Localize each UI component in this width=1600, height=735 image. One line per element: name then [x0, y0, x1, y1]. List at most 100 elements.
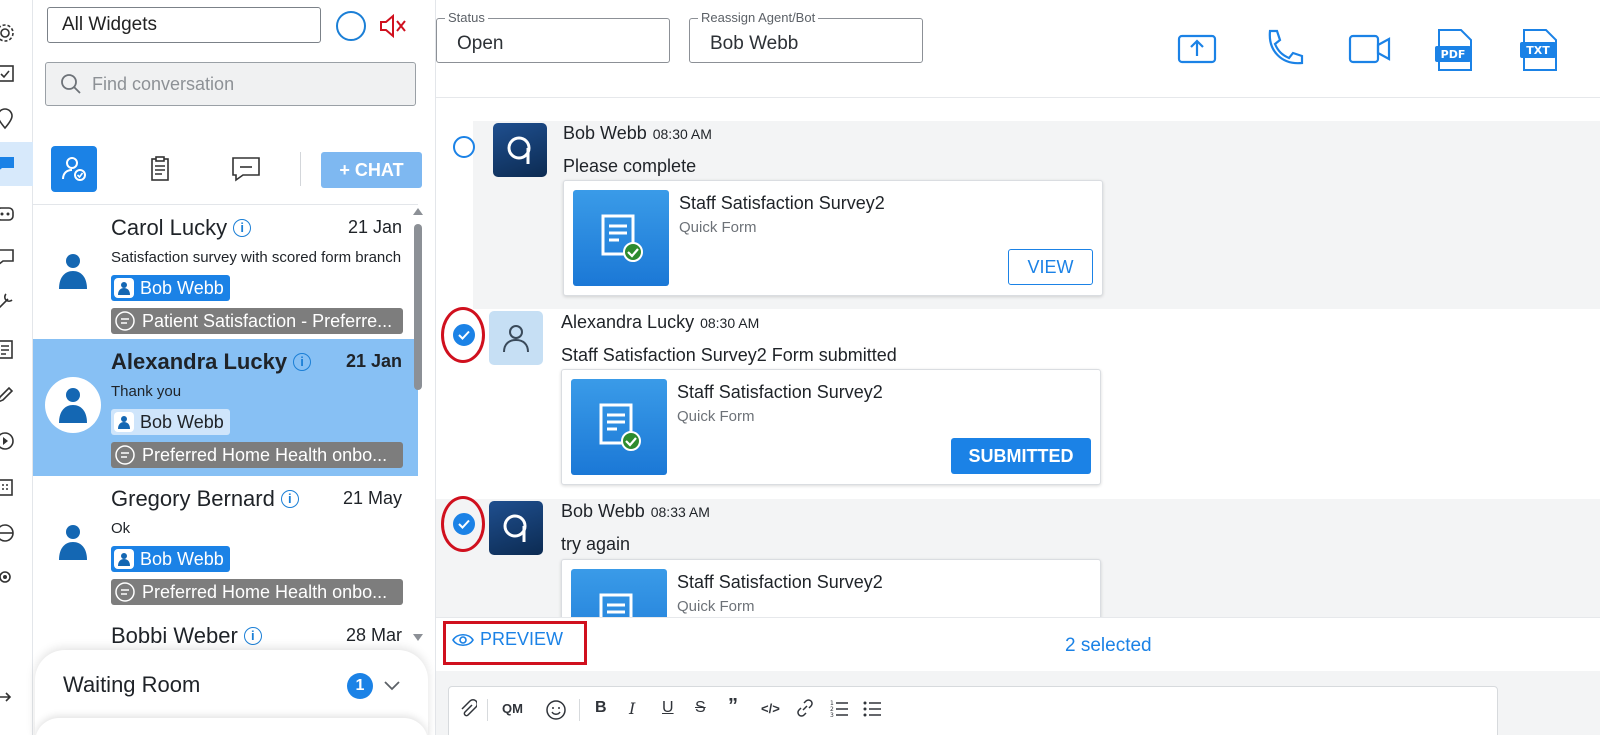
- agent-icon: [114, 278, 134, 298]
- info-icon[interactable]: i: [293, 353, 312, 371]
- form-subtitle: Quick Form: [679, 219, 757, 236]
- play-circle-icon[interactable]: [0, 428, 33, 454]
- second-drawer-panel[interactable]: [35, 718, 428, 735]
- conversation-item[interactable]: Gregory Bernard i 21 May Ok Bob Webb Pref…: [33, 476, 418, 613]
- form-card: Staff Satisfaction Survey2 Quick Form VI…: [563, 180, 1103, 296]
- check-icon: [458, 519, 470, 529]
- message-composer: QM B I U S ” </> 123: [436, 671, 1600, 735]
- formatting-toolbar: QM B I U S ” </> 123: [448, 686, 1498, 735]
- message-sender: Bob Webb 08:30 AM: [563, 123, 712, 143]
- svg-text:3: 3: [830, 712, 834, 717]
- pdf-export-icon[interactable]: PDF: [1435, 28, 1473, 72]
- form-name: Preferred Home Health onbo...: [142, 581, 388, 602]
- toolbar-divider: [487, 699, 488, 721]
- tools-icon[interactable]: [0, 288, 33, 314]
- form-chat-icon: [114, 310, 136, 332]
- schedule-icon[interactable]: [0, 474, 33, 500]
- clipboard-icon: [151, 156, 169, 181]
- message-sender: Bob Webb 08:33 AM: [561, 501, 710, 521]
- message-select-checkbox[interactable]: [453, 136, 475, 158]
- svg-text:PDF: PDF: [1441, 48, 1466, 61]
- quick-message-icon[interactable]: QM: [502, 701, 523, 716]
- status-select[interactable]: Status Open: [436, 10, 670, 63]
- message-sender: Alexandra Lucky 08:30 AM: [561, 312, 760, 332]
- reassign-agent-select[interactable]: Reassign Agent/Bot Bob Webb: [689, 10, 923, 63]
- network-icon[interactable]: [0, 564, 33, 590]
- form-badge: Preferred Home Health onbo...: [111, 442, 403, 468]
- conversation-tabs: + CHAT: [33, 146, 436, 192]
- assigned-agent-badge: Bob Webb: [111, 546, 230, 572]
- forms-icon[interactable]: [0, 336, 33, 362]
- bot-icon[interactable]: [0, 200, 33, 226]
- message-time: 08:30 AM: [652, 126, 712, 142]
- form-title: Staff Satisfaction Survey2: [679, 193, 885, 213]
- user-avatar: [489, 311, 543, 365]
- numbered-list-icon[interactable]: 123: [830, 699, 848, 717]
- quote-icon[interactable]: ”: [728, 695, 738, 718]
- video-icon[interactable]: [1348, 28, 1392, 68]
- conversation-item[interactable]: Carol Lucky i 21 Jan Satisfaction survey …: [33, 205, 418, 342]
- contact-name: Carol Lucky i: [111, 215, 252, 241]
- message-text: Staff Satisfaction Survey2 Form submitte…: [561, 345, 897, 365]
- form-name: Patient Satisfaction - Preferre...: [142, 310, 393, 331]
- info-icon[interactable]: i: [280, 490, 299, 508]
- view-form-button[interactable]: VIEW: [1008, 249, 1093, 285]
- widget-filter-select[interactable]: All Widgets: [47, 7, 321, 43]
- upload-icon[interactable]: [1177, 28, 1217, 68]
- conversation-item-selected[interactable]: Alexandra Lucky i 21 Jan Thank you Bob We…: [33, 339, 418, 476]
- form-chat-icon: [114, 581, 136, 603]
- conversation-date: 28 Mar: [345, 625, 402, 645]
- search-input[interactable]: Find conversation: [45, 62, 416, 106]
- last-message-preview: Thank you: [111, 383, 182, 400]
- svg-text:TXT: TXT: [1526, 44, 1550, 57]
- conversation-date: 21 Jan: [345, 351, 402, 371]
- mute-icon[interactable]: [376, 10, 408, 42]
- agent-icon: [114, 412, 134, 432]
- scrollbar-thumb[interactable]: [414, 224, 422, 390]
- tab-my-conversations[interactable]: [51, 146, 97, 192]
- message-time: 08:33 AM: [650, 504, 710, 520]
- form-badge: Preferred Home Health onbo...: [111, 579, 403, 605]
- form-thumbnail-icon: [573, 190, 669, 286]
- strikethrough-icon[interactable]: S: [695, 699, 706, 717]
- scroll-up-arrow[interactable]: [413, 208, 423, 215]
- waiting-room-label: Waiting Room: [63, 672, 201, 697]
- emoji-icon[interactable]: [545, 699, 567, 721]
- info-icon[interactable]: i: [233, 219, 252, 237]
- logout-icon[interactable]: [0, 684, 33, 710]
- submitted-status-button[interactable]: SUBMITTED: [951, 438, 1091, 474]
- edit-icon[interactable]: [0, 382, 33, 408]
- preview-button[interactable]: PREVIEW: [452, 629, 563, 650]
- attach-icon[interactable]: [459, 699, 477, 719]
- italic-icon[interactable]: I: [629, 699, 635, 718]
- user-icon: [59, 388, 87, 423]
- avatar: [45, 377, 101, 433]
- link-icon[interactable]: [796, 699, 814, 717]
- tab-divider: [300, 152, 301, 186]
- bold-icon[interactable]: B: [595, 699, 607, 717]
- chevron-down-icon[interactable]: [381, 674, 403, 696]
- scroll-down-arrow[interactable]: [413, 634, 423, 641]
- message-select-checkbox-checked[interactable]: [453, 513, 475, 535]
- tab-tasks[interactable]: [137, 146, 183, 192]
- txt-export-icon[interactable]: TXT: [1520, 28, 1558, 72]
- bullet-list-icon[interactable]: [863, 699, 881, 717]
- status-toggle-button[interactable]: [336, 11, 366, 41]
- assigned-agent-badge: Bob Webb: [111, 275, 230, 301]
- settings-icon[interactable]: [0, 20, 33, 46]
- location-pin-icon[interactable]: [0, 106, 33, 132]
- tab-messages[interactable]: [223, 146, 269, 192]
- chat-icon[interactable]: [0, 142, 33, 186]
- new-chat-button[interactable]: + CHAT: [321, 152, 422, 188]
- conversation-item[interactable]: Bobbi Weber i 28 Mar: [33, 613, 418, 649]
- message-select-checkbox-checked[interactable]: [453, 324, 475, 346]
- code-icon[interactable]: </>: [761, 701, 780, 716]
- pie-chart-icon[interactable]: [0, 520, 33, 546]
- underline-icon[interactable]: U: [662, 699, 674, 717]
- comments-icon[interactable]: [0, 244, 33, 270]
- search-icon: [61, 74, 81, 94]
- phone-icon[interactable]: [1262, 28, 1304, 72]
- conversation-date: 21 Jan: [347, 217, 402, 237]
- calendar-check-icon[interactable]: [0, 60, 33, 86]
- info-icon[interactable]: i: [243, 627, 262, 645]
